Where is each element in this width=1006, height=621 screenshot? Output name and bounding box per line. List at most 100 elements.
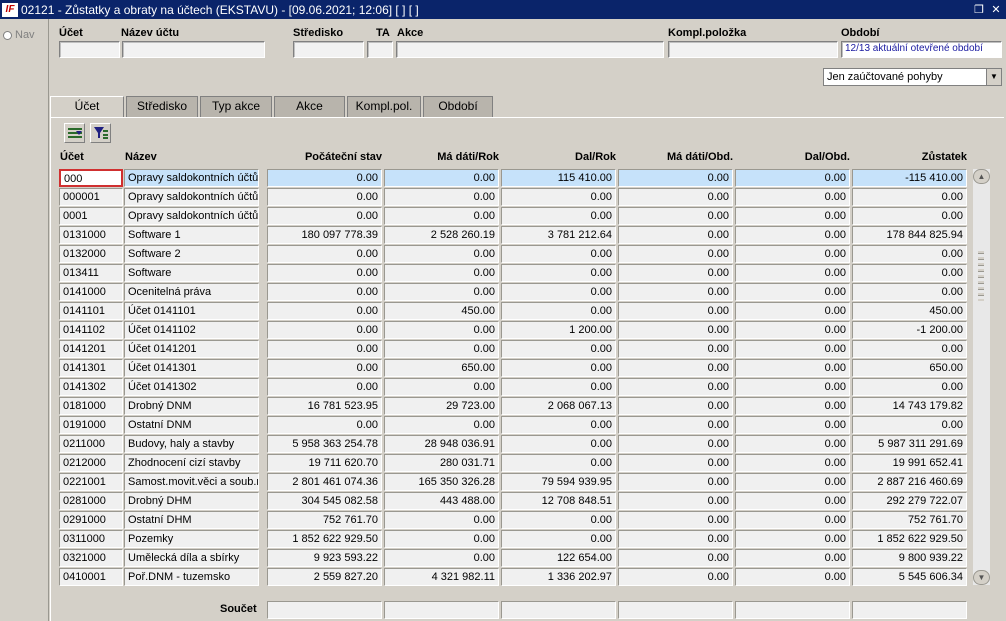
cell-ma-dati-rok[interactable]: 0.00	[384, 378, 499, 396]
cell-zustatek[interactable]: 0.00	[852, 378, 967, 396]
cell-dal-obd[interactable]: 0.00	[735, 321, 850, 339]
tab-ucet[interactable]: Účet	[50, 96, 124, 118]
cell-zustatek[interactable]: 1 852 622 929.50	[852, 530, 967, 548]
cell-dal-rok[interactable]: 1 200.00	[501, 321, 616, 339]
cell-ma-dati-obd[interactable]: 0.00	[618, 264, 733, 282]
cell-dal-rok[interactable]: 12 708 848.51	[501, 492, 616, 510]
cell-ma-dati-rok[interactable]: 2 528 260.19	[384, 226, 499, 244]
cell-dal-obd[interactable]: 0.00	[735, 188, 850, 206]
cell-nazev[interactable]: Opravy saldokontních účtů	[124, 188, 259, 206]
tab-typ-akce[interactable]: Typ akce	[200, 96, 272, 117]
col-header-ma-dati-obd[interactable]: Má dáti/Obd.	[618, 151, 733, 163]
cell-dal-rok[interactable]: 0.00	[501, 283, 616, 301]
cell-pocatecni-stav[interactable]: 0.00	[267, 359, 382, 377]
cell-dal-rok[interactable]: 1 336 202.97	[501, 568, 616, 586]
col-header-zustatek[interactable]: Zůstatek	[852, 151, 967, 163]
cell-nazev[interactable]: Budovy, haly a stavby	[124, 435, 259, 453]
cell-ucet[interactable]: 0321000	[59, 549, 123, 567]
cell-nazev[interactable]: Účet 0141301	[124, 359, 259, 377]
cell-pocatecni-stav[interactable]: 19 711 620.70	[267, 454, 382, 472]
nav-radio[interactable]: Nav	[3, 29, 35, 41]
cell-pocatecni-stav[interactable]: 0.00	[267, 283, 382, 301]
cell-ma-dati-obd[interactable]: 0.00	[618, 454, 733, 472]
cell-zustatek[interactable]: 0.00	[852, 245, 967, 263]
cell-ma-dati-obd[interactable]: 0.00	[618, 207, 733, 225]
cell-ucet[interactable]: 0212000	[59, 454, 123, 472]
cell-ma-dati-rok[interactable]: 0.00	[384, 207, 499, 225]
cell-pocatecni-stav[interactable]: 0.00	[267, 245, 382, 263]
ucet-field[interactable]	[59, 41, 120, 58]
cell-ma-dati-rok[interactable]: 28 948 036.91	[384, 435, 499, 453]
cell-ma-dati-obd[interactable]: 0.00	[618, 169, 733, 187]
cell-ma-dati-rok[interactable]: 165 350 326.28	[384, 473, 499, 491]
cell-ma-dati-obd[interactable]: 0.00	[618, 511, 733, 529]
cell-ucet[interactable]: 013411	[59, 264, 123, 282]
cell-nazev[interactable]: Opravy saldokontních účtů	[124, 169, 259, 187]
cell-nazev[interactable]: Účet 0141101	[124, 302, 259, 320]
cell-dal-rok[interactable]: 0.00	[501, 245, 616, 263]
cell-nazev[interactable]: Opravy saldokontních účtů	[124, 207, 259, 225]
cell-dal-obd[interactable]: 0.00	[735, 473, 850, 491]
cell-ma-dati-rok[interactable]: 4 321 982.11	[384, 568, 499, 586]
tab-akce[interactable]: Akce	[274, 96, 345, 117]
cell-ma-dati-rok[interactable]: 0.00	[384, 549, 499, 567]
cell-zustatek[interactable]: 0.00	[852, 207, 967, 225]
posting-filter-select[interactable]: Jen zaúčtované pohyby ▼	[823, 68, 1002, 86]
cell-pocatecni-stav[interactable]: 0.00	[267, 321, 382, 339]
col-header-ma-dati-rok[interactable]: Má dáti/Rok	[384, 151, 499, 163]
cell-ucet[interactable]: 0211000	[59, 435, 123, 453]
cell-ma-dati-rok[interactable]: 0.00	[384, 340, 499, 358]
cell-pocatecni-stav[interactable]: 16 781 523.95	[267, 397, 382, 415]
cell-ma-dati-obd[interactable]: 0.00	[618, 416, 733, 434]
cell-pocatecni-stav[interactable]: 0.00	[267, 169, 382, 187]
cell-nazev[interactable]: Umělecká díla a sbírky	[124, 549, 259, 567]
cell-ma-dati-obd[interactable]: 0.00	[618, 302, 733, 320]
cell-zustatek[interactable]: 2 887 216 460.69	[852, 473, 967, 491]
cell-ma-dati-rok[interactable]: 650.00	[384, 359, 499, 377]
tab-obdobi[interactable]: Období	[423, 96, 493, 117]
cell-pocatecni-stav[interactable]: 180 097 778.39	[267, 226, 382, 244]
cell-dal-obd[interactable]: 0.00	[735, 416, 850, 434]
cell-ucet[interactable]: 0141301	[59, 359, 123, 377]
cell-dal-rok[interactable]: 0.00	[501, 416, 616, 434]
cell-zustatek[interactable]: 650.00	[852, 359, 967, 377]
cell-zustatek[interactable]: 292 279 722.07	[852, 492, 967, 510]
filter-funnel-button[interactable]	[90, 123, 111, 143]
cell-nazev[interactable]: Ocenitelná práva	[124, 283, 259, 301]
cell-dal-obd[interactable]: 0.00	[735, 435, 850, 453]
cell-ucet[interactable]: 0141201	[59, 340, 123, 358]
cell-pocatecni-stav[interactable]: 2 801 461 074.36	[267, 473, 382, 491]
cell-dal-obd[interactable]: 0.00	[735, 378, 850, 396]
cell-ucet[interactable]: 0141302	[59, 378, 123, 396]
cell-nazev[interactable]: Ostatní DNM	[124, 416, 259, 434]
cell-dal-obd[interactable]: 0.00	[735, 264, 850, 282]
cell-dal-rok[interactable]: 79 594 939.95	[501, 473, 616, 491]
cell-dal-obd[interactable]: 0.00	[735, 397, 850, 415]
cell-pocatecni-stav[interactable]: 304 545 082.58	[267, 492, 382, 510]
cell-pocatecni-stav[interactable]: 1 852 622 929.50	[267, 530, 382, 548]
cell-zustatek[interactable]: -1 200.00	[852, 321, 967, 339]
cell-nazev[interactable]: Pozemky	[124, 530, 259, 548]
col-header-nazev[interactable]: Název	[125, 151, 157, 163]
cell-pocatecni-stav[interactable]: 5 958 363 254.78	[267, 435, 382, 453]
cell-dal-rok[interactable]: 0.00	[501, 207, 616, 225]
cell-ma-dati-obd[interactable]: 0.00	[618, 397, 733, 415]
cell-dal-rok[interactable]: 122 654.00	[501, 549, 616, 567]
cell-ma-dati-obd[interactable]: 0.00	[618, 435, 733, 453]
scroll-down-icon[interactable]: ▼	[973, 570, 990, 585]
scroll-up-icon[interactable]: ▲	[973, 169, 990, 184]
vertical-scrollbar[interactable]: ▲ ▼	[973, 169, 990, 585]
cell-ucet[interactable]: 0291000	[59, 511, 123, 529]
cell-nazev[interactable]: Drobný DNM	[124, 397, 259, 415]
cell-ma-dati-rok[interactable]: 0.00	[384, 169, 499, 187]
cell-pocatecni-stav[interactable]: 0.00	[267, 188, 382, 206]
cell-dal-obd[interactable]: 0.00	[735, 302, 850, 320]
cell-ma-dati-rok[interactable]: 0.00	[384, 530, 499, 548]
cell-zustatek[interactable]: 14 743 179.82	[852, 397, 967, 415]
cell-nazev[interactable]: Software 1	[124, 226, 259, 244]
cell-dal-rok[interactable]: 0.00	[501, 530, 616, 548]
col-header-pocatecni-stav[interactable]: Počáteční stav	[267, 151, 382, 163]
cell-zustatek[interactable]: 0.00	[852, 264, 967, 282]
cell-dal-rok[interactable]: 0.00	[501, 264, 616, 282]
cell-ma-dati-obd[interactable]: 0.00	[618, 340, 733, 358]
